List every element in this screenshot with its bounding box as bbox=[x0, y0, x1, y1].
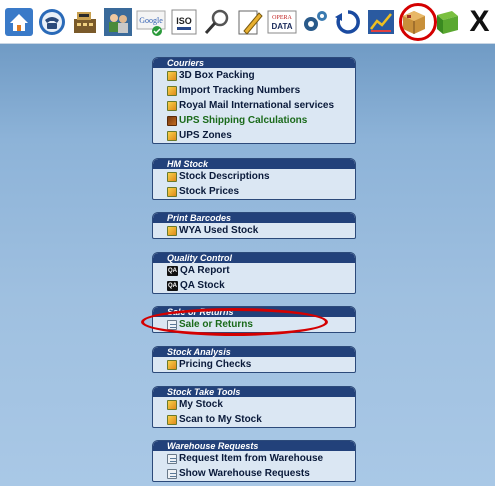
panel-stock-analysis: Stock Analysis Pricing Checks bbox=[152, 346, 356, 373]
ups-icon bbox=[167, 115, 177, 126]
panel-title: Print Barcodes bbox=[153, 213, 355, 223]
panel-title: HM Stock bbox=[153, 159, 355, 169]
data-label: DATA bbox=[272, 22, 293, 31]
package-icon bbox=[167, 414, 177, 425]
menu-item-label: QA Report bbox=[180, 265, 230, 276]
annotation-circle-package bbox=[399, 3, 437, 41]
magnifier-icon[interactable] bbox=[201, 5, 232, 39]
menu-item-label: Show Warehouse Requests bbox=[179, 468, 310, 479]
panel-warehouse-requests: Warehouse Requests Request Item from War… bbox=[152, 440, 356, 482]
telephone-icon[interactable] bbox=[37, 5, 68, 39]
menu-item-royal-mail[interactable]: Royal Mail International services bbox=[153, 98, 355, 113]
package-icon bbox=[167, 85, 177, 96]
menu-item-label: QA Stock bbox=[180, 280, 225, 291]
qa-icon: QA bbox=[167, 265, 178, 276]
menu-item-import-tracking[interactable]: Import Tracking Numbers bbox=[153, 83, 355, 98]
panel-stock-take-tools: Stock Take Tools My Stock Scan to My Sto… bbox=[152, 386, 356, 428]
menu-item-show-warehouse-requests[interactable]: Show Warehouse Requests bbox=[153, 466, 355, 481]
menu-item-label: Import Tracking Numbers bbox=[179, 85, 301, 96]
panel-title: Couriers bbox=[153, 58, 355, 68]
package-icon bbox=[167, 399, 177, 410]
menu-item-stock-prices[interactable]: Stock Prices bbox=[153, 184, 355, 199]
menu-item-label: My Stock bbox=[179, 399, 223, 410]
opera-label: OPERA bbox=[272, 15, 292, 21]
cash-register-icon[interactable] bbox=[70, 5, 101, 39]
package-icon bbox=[167, 100, 177, 111]
list-icon bbox=[167, 468, 177, 479]
package-icon bbox=[167, 171, 177, 182]
iso-icon[interactable]: ISO bbox=[168, 5, 199, 39]
annotation-ellipse-sale-or-returns bbox=[141, 308, 328, 336]
opera-data-icon[interactable]: OPERA DATA bbox=[267, 5, 298, 39]
panel-title: Warehouse Requests bbox=[153, 441, 355, 451]
menu-item-label: Stock Descriptions bbox=[179, 171, 270, 182]
google-icon-label: Google bbox=[139, 16, 163, 25]
menu-item-ups-zones[interactable]: UPS Zones bbox=[153, 128, 355, 143]
menu-item-label: Pricing Checks bbox=[179, 359, 252, 370]
close-icon-glyph: X bbox=[469, 4, 490, 38]
menu-item-qa-report[interactable]: QA QA Report bbox=[153, 263, 355, 278]
close-icon[interactable]: X bbox=[464, 5, 495, 39]
refresh-icon[interactable] bbox=[333, 5, 364, 39]
menu-item-stock-descriptions[interactable]: Stock Descriptions bbox=[153, 169, 355, 184]
menu-item-ups-shipping[interactable]: UPS Shipping Calculations bbox=[153, 113, 355, 128]
panel-print-barcodes: Print Barcodes WYA Used Stock bbox=[152, 212, 356, 239]
panel-hm-stock: HM Stock Stock Descriptions Stock Prices bbox=[152, 158, 356, 200]
menu-item-qa-stock[interactable]: QA QA Stock bbox=[153, 278, 355, 293]
list-icon bbox=[167, 453, 177, 464]
home-icon[interactable] bbox=[4, 5, 35, 39]
package-icon bbox=[167, 186, 177, 197]
menu-item-label: Scan to My Stock bbox=[179, 414, 262, 425]
menu-item-my-stock[interactable]: My Stock bbox=[153, 397, 355, 412]
gears-icon[interactable] bbox=[300, 5, 331, 39]
menu-item-label: Request Item from Warehouse bbox=[179, 453, 324, 464]
panel-quality-control: Quality Control QA QA Report QA QA Stock bbox=[152, 252, 356, 294]
google-icon[interactable]: Google bbox=[135, 5, 166, 39]
menu-item-label: Stock Prices bbox=[179, 186, 240, 197]
package-icon bbox=[167, 225, 177, 236]
menu-item-label: Royal Mail International services bbox=[179, 100, 335, 111]
menu-item-label: UPS Zones bbox=[179, 130, 232, 141]
package-icon bbox=[167, 70, 177, 81]
menu-item-request-item[interactable]: Request Item from Warehouse bbox=[153, 451, 355, 466]
panel-title: Stock Analysis bbox=[153, 347, 355, 357]
menu-item-label: UPS Shipping Calculations bbox=[179, 115, 308, 126]
panel-title: Quality Control bbox=[153, 253, 355, 263]
chart-icon[interactable] bbox=[365, 5, 396, 39]
users-icon[interactable] bbox=[103, 5, 134, 39]
menu-item-wya-used-stock[interactable]: WYA Used Stock bbox=[153, 223, 355, 238]
menu-item-scan-to-my-stock[interactable]: Scan to My Stock bbox=[153, 412, 355, 427]
package-icon bbox=[167, 359, 177, 370]
panel-title: Stock Take Tools bbox=[153, 387, 355, 397]
edit-document-icon[interactable] bbox=[234, 5, 265, 39]
panel-couriers: Couriers 3D Box Packing Import Tracking … bbox=[152, 57, 356, 144]
menu-item-3d-box-packing[interactable]: 3D Box Packing bbox=[153, 68, 355, 83]
menu-item-pricing-checks[interactable]: Pricing Checks bbox=[153, 357, 355, 372]
menu-item-label: WYA Used Stock bbox=[179, 225, 259, 236]
menu-item-label: 3D Box Packing bbox=[179, 70, 255, 81]
iso-icon-label: ISO bbox=[176, 16, 192, 26]
qa-icon: QA bbox=[167, 280, 178, 291]
package-icon bbox=[167, 130, 177, 141]
